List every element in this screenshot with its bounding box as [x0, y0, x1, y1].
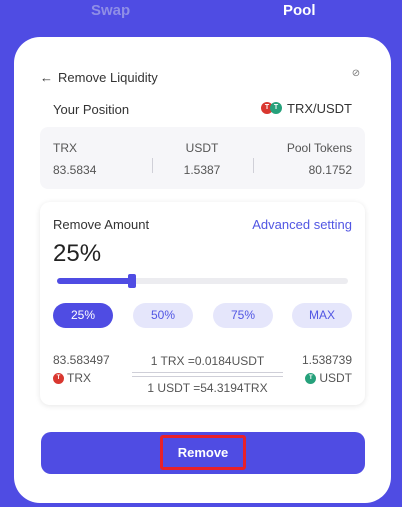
slider-thumb[interactable]	[127, 274, 136, 288]
percent-max-button[interactable]: MAX	[292, 303, 352, 328]
advanced-setting-link[interactable]: Advanced setting	[252, 217, 352, 232]
slider-fill	[57, 278, 132, 284]
receive-usdt-amount: 1.538739	[301, 353, 352, 367]
trx-coin-icon: T	[53, 372, 64, 384]
remove-liquidity-card: ← Remove Liquidity ⊘ Your Position T T T…	[14, 37, 391, 503]
exchange-rates: 1 TRX =0.0184USDT 1 USDT =54.3194TRX	[132, 354, 283, 395]
top-tabs: Swap Pool	[0, 0, 402, 30]
receive-trx-token-label: TRX	[67, 371, 91, 385]
receive-usdt: 1.538739 T USDT	[302, 353, 352, 385]
percent-75-button[interactable]: 75%	[213, 303, 273, 328]
settings-icon[interactable]: ⊘	[350, 68, 362, 80]
position-trx: TRX 83.5834	[53, 141, 96, 177]
rate-separator	[132, 371, 283, 378]
position-pool-tokens: Pool Tokens 80.1752	[287, 141, 352, 177]
position-usdt-value: 1.5387	[183, 163, 221, 177]
receive-trx: 83.583497 T TRX	[53, 353, 110, 385]
divider	[152, 158, 153, 173]
remove-amount-label: Remove Amount	[53, 217, 150, 232]
receive-usdt-token-label: USDT	[319, 371, 352, 385]
remove-button-label[interactable]: Remove	[160, 435, 246, 470]
position-summary: TRX 83.5834 USDT 1.5387 Pool Tokens 80.1…	[40, 127, 365, 189]
receive-trx-token: T TRX	[53, 371, 110, 385]
arrow-left-icon[interactable]: ←	[40, 70, 58, 85]
your-position-label: Your Position	[53, 102, 130, 117]
amount-slider[interactable]	[57, 274, 348, 288]
receive-usdt-token: T USDT	[302, 371, 352, 385]
receive-trx-amount: 83.583497	[53, 353, 110, 367]
rate-usdt-trx: 1 USDT =54.3194TRX	[147, 381, 268, 395]
tab-pool[interactable]: Pool	[283, 2, 316, 19]
position-usdt: USDT 1.5387	[172, 141, 232, 177]
rate-trx-usdt: 1 TRX =0.0184USDT	[150, 354, 265, 368]
remove-button[interactable]: Remove	[41, 432, 365, 474]
header: ← Remove Liquidity	[40, 70, 158, 85]
divider	[253, 158, 254, 173]
position-pool-tokens-value: 80.1752	[308, 163, 352, 177]
position-trx-value: 83.5834	[53, 163, 97, 177]
pair-display: T T TRX/USDT	[261, 101, 352, 116]
percent-50-button[interactable]: 50%	[133, 303, 193, 328]
pair-icons: T T	[261, 101, 283, 116]
percent-25-button[interactable]: 25%	[53, 303, 113, 328]
percent-display: 25%	[53, 240, 102, 267]
tab-swap[interactable]: Swap	[91, 2, 130, 19]
page-title: Remove Liquidity	[58, 70, 158, 85]
position-pool-tokens-label: Pool Tokens	[286, 141, 352, 155]
position-usdt-label: USDT	[185, 141, 219, 155]
pair-label: TRX/USDT	[287, 101, 352, 116]
usdt-coin-icon: T	[305, 372, 317, 384]
position-trx-label: TRX	[53, 141, 77, 155]
usdt-coin-icon: T	[270, 101, 282, 114]
remove-amount-panel: Remove Amount Advanced setting 25% 25% 5…	[40, 202, 365, 405]
